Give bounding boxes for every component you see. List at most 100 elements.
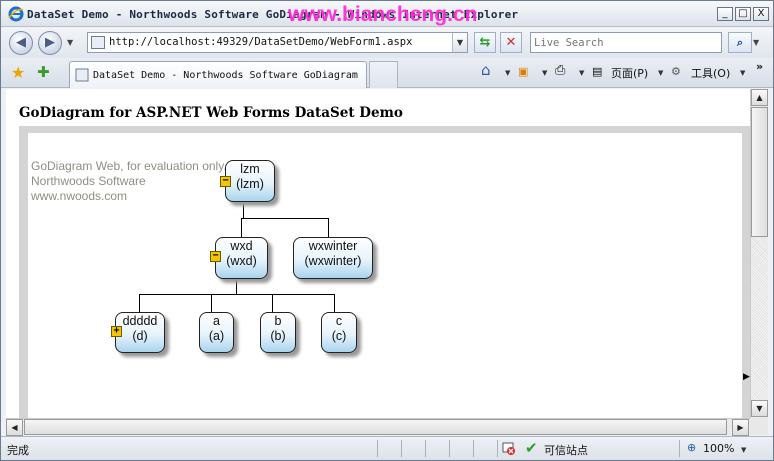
link-line <box>236 279 237 294</box>
page-dropdown-icon[interactable]: ▼ <box>658 69 663 77</box>
link-line <box>139 294 335 295</box>
history-dropdown-icon[interactable]: ▼ <box>67 38 73 47</box>
link-line <box>243 203 244 218</box>
horizontal-scrollbar[interactable]: ◀ ▶ <box>6 418 750 436</box>
collapse-toggle-icon[interactable]: − <box>210 251 221 262</box>
link-line <box>241 218 242 237</box>
page-title: GoDiagram for ASP.NET Web Forms DataSet … <box>19 105 403 121</box>
new-tab-button[interactable] <box>369 61 398 88</box>
tab-active[interactable]: DataSet Demo - Northwoods Software GoDia… <box>69 61 367 88</box>
node-id: (a) <box>208 329 225 343</box>
status-separator <box>497 440 498 457</box>
refresh-button[interactable]: ⇆ <box>474 32 496 53</box>
title-bar: DataSet Demo - Northwoods Software GoDia… <box>1 1 773 27</box>
vertical-scrollbar[interactable]: ▲ ▼ <box>750 89 768 418</box>
security-zone[interactable]: 可信站点 <box>544 442 588 458</box>
page-menu-icon: ▤ <box>592 65 603 78</box>
diagram-canvas[interactable]: GoDiagram Web, for evaluation only. Nort… <box>28 133 742 418</box>
link-line <box>272 294 273 312</box>
tools-dropdown-icon[interactable]: ▼ <box>740 69 745 77</box>
print-dropdown-icon[interactable]: ▼ <box>579 69 584 77</box>
node-id: (c) <box>331 329 347 343</box>
tree-node-b[interactable]: b (b) <box>260 312 296 353</box>
forward-arrow-icon: ▶ <box>45 35 55 50</box>
trusted-check-icon: ✔ <box>525 439 538 457</box>
watermark-text: www.biancheng.cn <box>288 3 478 26</box>
node-name: wxd <box>230 239 253 253</box>
tree-node-wxd[interactable]: wxd (wxd) <box>215 237 268 279</box>
favorites-star-icon[interactable]: ★ <box>11 63 25 82</box>
address-url[interactable]: http://localhost:49329/DataSetDemo/WebFo… <box>109 36 412 48</box>
window-controls: _ □ X <box>717 7 769 21</box>
horizontal-scroll-thumb[interactable] <box>24 419 727 435</box>
refresh-icon: ⇆ <box>479 35 491 50</box>
status-separator <box>401 440 402 457</box>
search-field[interactable] <box>530 32 722 53</box>
tab-label: DataSet Demo - Northwoods Software GoDia… <box>93 70 358 81</box>
tools-gear-icon: ⚙ <box>671 65 681 78</box>
scroll-left-button[interactable]: ◀ <box>6 419 23 436</box>
back-arrow-icon: ◀ <box>16 35 26 50</box>
page-content: GoDiagram for ASP.NET Web Forms DataSet … <box>6 89 750 418</box>
zoom-level[interactable]: 100% <box>703 442 734 455</box>
zoom-dropdown-icon[interactable]: ▼ <box>741 446 746 454</box>
feeds-dropdown-icon[interactable]: ▼ <box>542 69 547 77</box>
forward-button[interactable]: ▶ <box>38 31 62 55</box>
evaluation-notice: GoDiagram Web, for evaluation only. <box>31 159 227 173</box>
status-text: 完成 <box>7 444 29 457</box>
status-separator <box>449 440 450 457</box>
tree-node-lzm[interactable]: lzm (lzm) <box>225 160 275 202</box>
print-icon[interactable]: ⎙ <box>555 63 565 78</box>
scroll-right-indicator-icon: ▶ <box>743 372 750 382</box>
tab-toolbar: ★ ✚ DataSet Demo - Northwoods Software G… <box>1 58 773 88</box>
stop-button[interactable]: ✕ <box>500 32 522 53</box>
address-dropdown-icon[interactable]: ▼ <box>452 33 467 52</box>
feeds-icon[interactable]: ▣ <box>518 65 528 78</box>
home-dropdown-icon[interactable]: ▼ <box>505 69 510 77</box>
stop-icon: ✕ <box>505 35 517 50</box>
scroll-right-button[interactable]: ▶ <box>732 419 749 436</box>
status-separator <box>377 440 378 457</box>
close-button[interactable]: X <box>753 7 769 21</box>
search-button[interactable]: ⌕ <box>728 32 752 53</box>
link-line <box>334 294 335 312</box>
minimize-button[interactable]: _ <box>717 7 733 21</box>
popup-blocked-icon[interactable] <box>502 442 516 456</box>
page-menu[interactable]: 页面(P) <box>611 65 648 81</box>
search-input[interactable] <box>531 33 721 52</box>
tree-node-c[interactable]: c (c) <box>321 312 357 353</box>
collapse-toggle-icon[interactable]: − <box>220 176 231 187</box>
tree-node-wxwinter[interactable]: wxwinter (wxwinter) <box>293 237 373 279</box>
search-options-icon[interactable]: ▼ <box>753 38 759 47</box>
status-bar: 完成 ✔ 可信站点 ⊕ 100% ▼ <box>1 436 773 460</box>
tools-menu[interactable]: 工具(O) <box>691 65 730 81</box>
node-id: (wxwinter) <box>304 254 362 268</box>
node-name: c <box>335 314 343 328</box>
scroll-up-button[interactable]: ▲ <box>751 89 768 106</box>
evaluation-company: Northwoods Software <box>31 174 146 188</box>
tree-node-a[interactable]: a (a) <box>199 312 234 353</box>
page-icon <box>91 36 105 49</box>
back-button[interactable]: ◀ <box>9 31 33 55</box>
link-line <box>139 294 140 312</box>
status-separator <box>473 440 474 457</box>
node-id: (wxd) <box>226 254 257 268</box>
add-favorites-icon[interactable]: ✚ <box>37 63 50 81</box>
address-field[interactable]: http://localhost:49329/DataSetDemo/WebFo… <box>87 32 468 53</box>
node-name: wxwinter <box>308 239 358 253</box>
browser-window: DataSet Demo - Northwoods Software GoDia… <box>0 0 774 461</box>
node-name: lzm <box>240 162 260 176</box>
node-name: a <box>213 314 220 328</box>
node-name: b <box>274 314 282 328</box>
status-separator <box>425 440 426 457</box>
link-line <box>211 294 212 312</box>
zoom-magnifier-icon: ⊕ <box>687 441 697 454</box>
tree-node-ddddd[interactable]: ddddd (d) <box>115 312 165 353</box>
scroll-down-button[interactable]: ▼ <box>751 400 768 417</box>
link-line <box>241 218 329 219</box>
home-icon[interactable]: ⌂ <box>481 61 491 79</box>
expand-toggle-icon[interactable]: + <box>111 326 122 337</box>
maximize-button[interactable]: □ <box>735 7 751 21</box>
more-commands-button[interactable]: » <box>756 60 763 73</box>
vertical-scroll-thumb[interactable] <box>751 107 768 237</box>
